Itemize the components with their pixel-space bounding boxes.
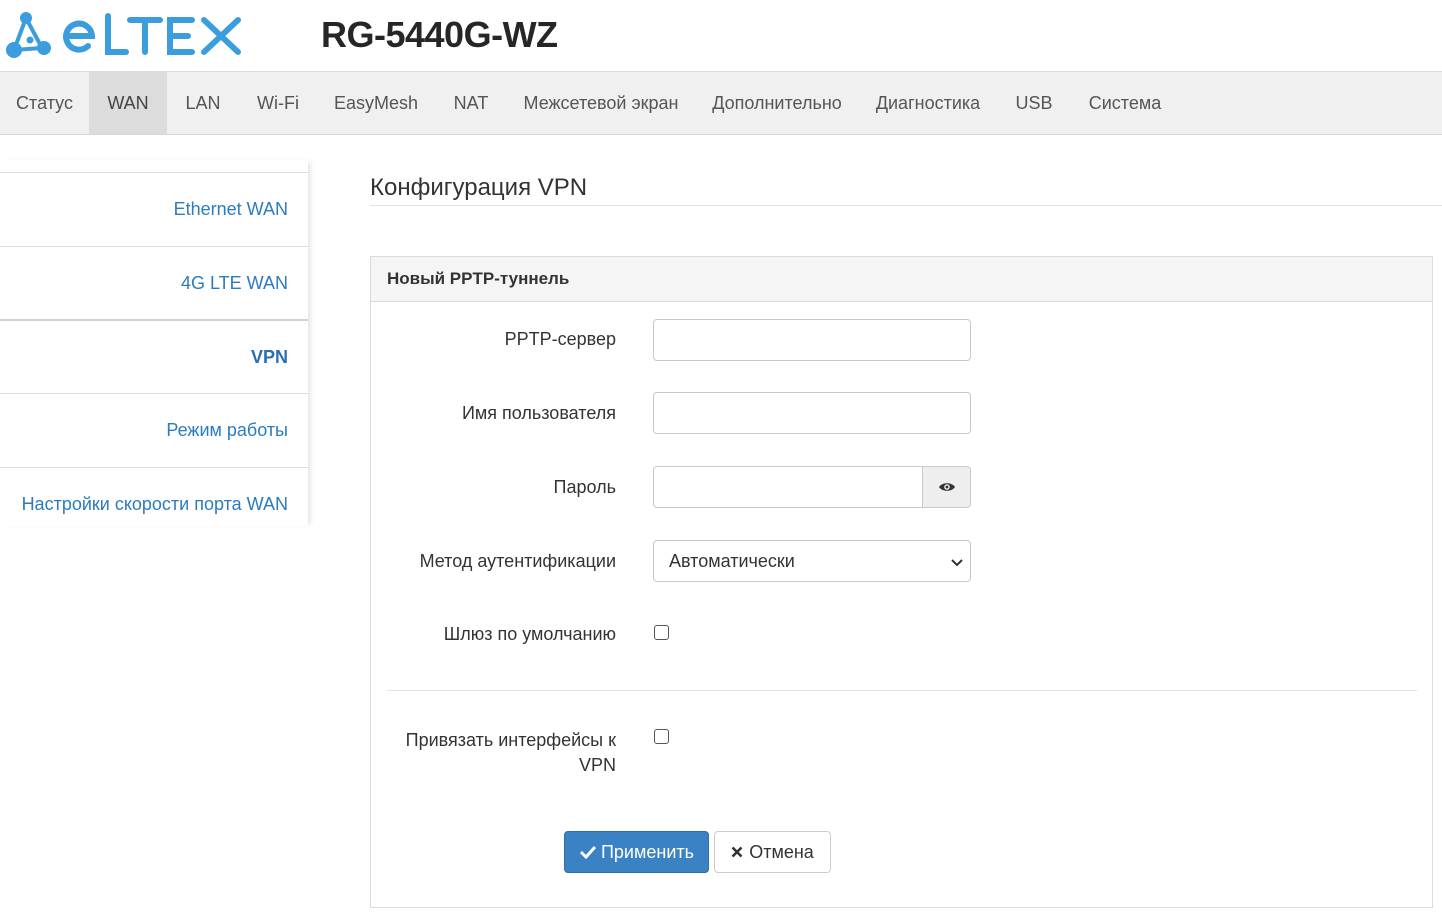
apply-button-label: Применить (600, 841, 694, 862)
nav-item-advanced[interactable]: Дополнительно (695, 72, 859, 134)
sidebar-item-ethernet-wan[interactable]: Ethernet WAN (0, 172, 308, 246)
show-password-button[interactable] (922, 466, 971, 508)
auth-method-select[interactable]: Автоматически (653, 540, 971, 582)
title-divider (370, 205, 1442, 206)
bind-interfaces-label-line1: Привязать интерфейсы к (405, 730, 616, 750)
eye-icon (938, 483, 955, 491)
auth-method-label: Метод аутентификации (419, 551, 616, 571)
header: RG-5440G-WZ (0, 0, 1442, 72)
pptp-server-label: PPTP-сервер (504, 329, 616, 349)
panel-header: Новый PPTP-туннель (371, 257, 1432, 302)
nav-item-system[interactable]: Система (1071, 72, 1179, 134)
username-label: Имя пользователя (461, 403, 616, 423)
chevron-down-icon (951, 559, 963, 567)
eltex-logo (6, 12, 241, 58)
sidebar-item-operation-mode[interactable]: Режим работы (0, 393, 308, 467)
check-icon (579, 845, 597, 859)
nav-item-easymesh[interactable]: EasyMesh (317, 72, 435, 134)
cancel-button-label: Отмена (749, 841, 814, 862)
nav-item-status[interactable]: Статус (0, 72, 89, 134)
top-nav: Статус WAN LAN Wi-Fi EasyMesh NAT Межсет… (0, 71, 1442, 135)
page-title: Конфигурация VPN (370, 174, 588, 201)
pptp-server-input[interactable] (653, 319, 971, 361)
password-group (653, 466, 971, 508)
default-gateway-label: Шлюз по умолчанию (443, 624, 616, 644)
sidebar-item-4g-lte-wan[interactable]: 4G LTE WAN (0, 246, 308, 320)
close-icon (731, 846, 743, 858)
bind-interfaces-label-line2: VPN (578, 755, 616, 775)
bind-interfaces-checkbox[interactable] (654, 729, 669, 744)
password-input[interactable] (653, 466, 923, 508)
nav-item-firewall[interactable]: Межсетевой экран (507, 72, 695, 134)
password-label: Пароль (553, 477, 616, 497)
bind-interfaces-label: Привязать интерфейсы к VPN (406, 728, 616, 778)
sidebar: Ethernet WAN 4G LTE WAN VPN Режим работы… (0, 160, 308, 526)
cancel-button[interactable]: Отмена (714, 831, 831, 873)
sidebar-item-vpn[interactable]: VPN (0, 319, 308, 393)
nav-item-usb[interactable]: USB (997, 72, 1071, 134)
default-gateway-checkbox[interactable] (654, 625, 669, 640)
auth-method-value: Автоматически (669, 551, 795, 571)
form-divider (387, 690, 1417, 691)
nav-item-nat[interactable]: NAT (435, 72, 507, 134)
username-input[interactable] (653, 392, 971, 434)
nav-item-wifi[interactable]: Wi-Fi (239, 72, 317, 134)
pptp-tunnel-panel: Новый PPTP-туннель PPTP-сервер Имя польз… (370, 256, 1433, 908)
device-model: RG-5440G-WZ (321, 14, 558, 55)
nav-item-lan[interactable]: LAN (167, 72, 239, 134)
panel-title: Новый PPTP-туннель (387, 269, 570, 288)
nav-item-wan[interactable]: WAN (89, 72, 167, 134)
nav-item-diagnostics[interactable]: Диагностика (859, 72, 997, 134)
apply-button[interactable]: Применить (564, 831, 709, 873)
sidebar-item-wan-port-speed[interactable]: Настройки скорости порта WAN (0, 467, 308, 541)
